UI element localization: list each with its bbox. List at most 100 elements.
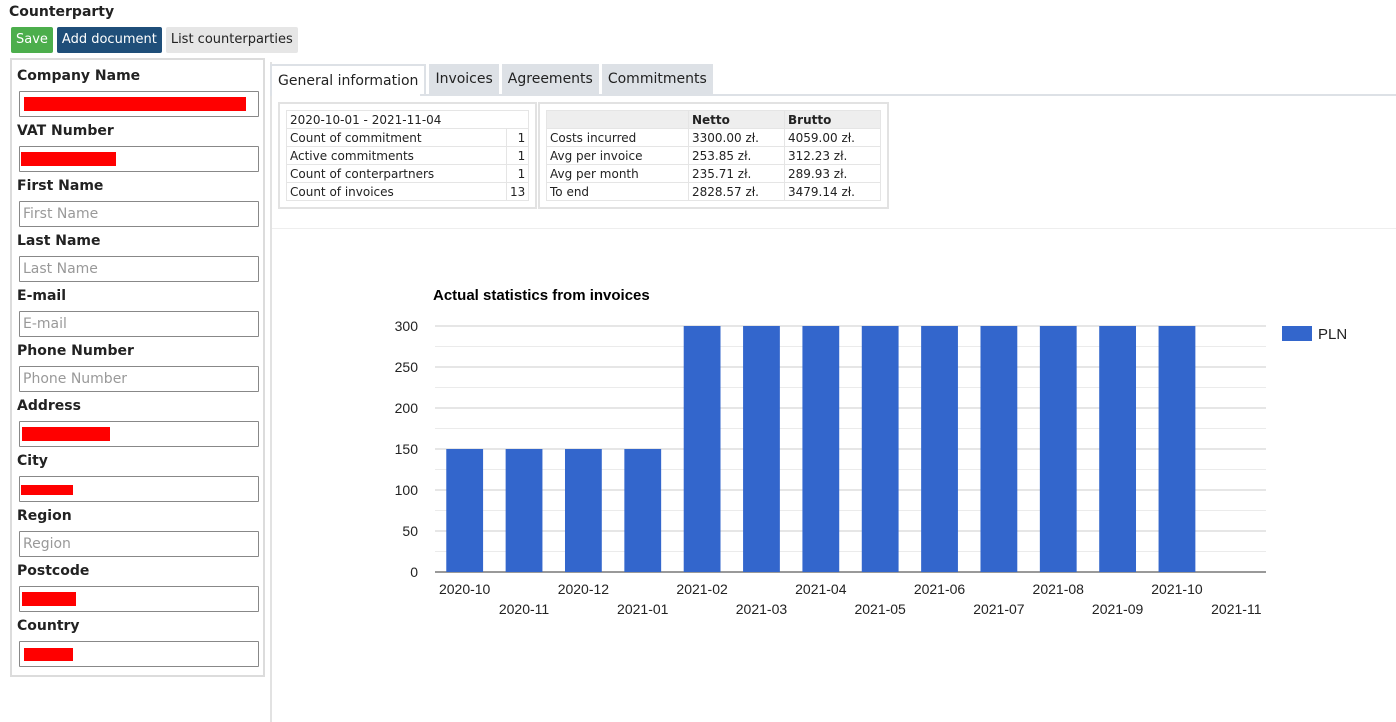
tab-general-information[interactable]: General information [270,64,427,96]
redaction-bar [24,97,246,111]
phone-label: Phone Number [17,343,134,359]
summary-label: Count of conterpartners [286,164,507,183]
x-tick-label: 2021-11 [1211,601,1262,617]
bar[interactable] [921,326,958,572]
tab-commitments[interactable]: Commitments [601,64,713,95]
costs-brutto: 289.93 zł. [784,164,881,183]
last-name-label: Last Name [17,233,101,249]
company-name-label: Company Name [17,68,141,84]
bar[interactable] [861,326,899,572]
bar[interactable] [1158,326,1196,572]
redaction-bar [24,648,73,661]
tab-underline [420,94,1396,96]
chart-y-axis: 0 50 100 150 200 250 300 [395,318,419,580]
email-label: E-mail [17,288,67,304]
costs-table: Netto Brutto Costs incurred 3300.00 zł. … [546,110,881,201]
toolbar: Save Add document List counterparties [11,27,298,53]
x-tick-label: 2021-10 [1151,581,1203,597]
table-row: Active commitments 1 [286,146,530,165]
costs-header-blank [546,110,689,129]
chart-x-axis: 2020-10 2020-11 2020-12 2021-01 2021-02 2021-… [439,581,1262,617]
costs-label: Avg per invoice [546,146,689,165]
bar[interactable] [980,326,1018,572]
costs-netto: 253.85 zł. [688,146,785,165]
y-tick-label: 100 [395,482,419,498]
summary-table: 2020-10-01 - 2021-11-04 Count of commitm… [285,110,530,201]
legend-label: PLN [1318,326,1347,343]
phone-input[interactable] [19,366,259,392]
table-row: Count of invoices 13 [286,182,530,201]
x-tick-label: 2020-11 [499,601,550,617]
legend-swatch [1282,326,1312,341]
city-label: City [17,453,48,469]
table-row: Count of commitment 1 [286,128,530,147]
bar[interactable] [743,326,780,572]
y-tick-label: 300 [395,318,419,334]
bar[interactable] [1099,326,1137,572]
bar[interactable] [802,326,840,572]
x-tick-label: 2020-10 [439,581,491,597]
costs-netto: 2828.57 zł. [688,182,785,201]
x-tick-label: 2021-04 [795,581,847,597]
table-row: To end 2828.57 zł. 3479.14 zł. [546,182,881,201]
table-row: Costs incurred 3300.00 zł. 4059.00 zł. [546,128,881,147]
tab-invoices[interactable]: Invoices [429,64,499,95]
x-tick-label: 2021-02 [676,581,728,597]
costs-label: Avg per month [546,164,689,183]
section-divider [272,228,1396,229]
redaction-bar [21,485,73,495]
save-button[interactable]: Save [11,27,53,53]
last-name-input[interactable] [19,256,259,282]
summary-value: 13 [505,182,530,201]
page-title: Counterparty [9,4,115,20]
summary-label: Count of invoices [286,182,507,201]
bar[interactable] [446,449,484,572]
costs-brutto: 312.23 zł. [784,146,881,165]
y-tick-label: 0 [410,564,418,580]
costs-label: Costs incurred [546,128,689,147]
email-input[interactable] [19,311,259,337]
summary-period: 2020-10-01 - 2021-11-04 [285,110,530,129]
bar[interactable] [1039,326,1077,572]
y-tick-label: 200 [395,400,419,416]
x-tick-label: 2021-03 [736,601,788,617]
costs-netto: 3300.00 zł. [688,128,785,147]
costs-netto: 235.71 zł. [688,164,785,183]
costs-brutto: 4059.00 zł. [784,128,881,147]
postcode-label: Postcode [17,563,90,579]
tab-agreements[interactable]: Agreements [501,64,599,95]
redaction-bar [22,427,110,441]
address-label: Address [17,398,81,414]
table-row: Avg per month 235.71 zł. 289.93 zł. [546,164,881,183]
bar[interactable] [505,449,543,572]
add-document-button[interactable]: Add document [56,27,162,53]
chart-gridlines [435,325,1266,573]
redaction-bar [22,592,76,606]
region-label: Region [17,508,72,524]
country-label: Country [17,618,80,634]
chart-legend: PLN [1282,326,1347,343]
costs-header-brutto: Brutto [784,110,881,129]
summary-value: 1 [505,146,530,165]
invoice-statistics-chart: Actual statistics from invoices 0 50 100 15… [395,287,1348,617]
panel-divider [270,62,272,722]
bar[interactable] [564,449,602,572]
summary-label: Count of commitment [286,128,507,147]
region-input[interactable] [19,531,259,557]
x-tick-label: 2021-01 [617,601,669,617]
first-name-input[interactable] [19,201,259,227]
costs-header-netto: Netto [688,110,785,129]
bar[interactable] [683,326,721,572]
tab-bar: General information Invoices Agreements … [270,64,713,96]
chart-title: Actual statistics from invoices [433,287,650,304]
list-counterparties-button[interactable]: List counterparties [165,27,298,53]
first-name-label: First Name [17,178,104,194]
costs-box: Netto Brutto Costs incurred 3300.00 zł. … [538,102,889,209]
bar[interactable] [624,449,662,572]
table-header-row: Netto Brutto [546,110,881,129]
summary-value: 1 [505,128,530,147]
summary-value: 1 [505,164,530,183]
x-tick-label: 2021-07 [973,601,1025,617]
summary-box: 2020-10-01 - 2021-11-04 Count of commitm… [278,102,538,209]
y-tick-label: 150 [395,441,419,457]
